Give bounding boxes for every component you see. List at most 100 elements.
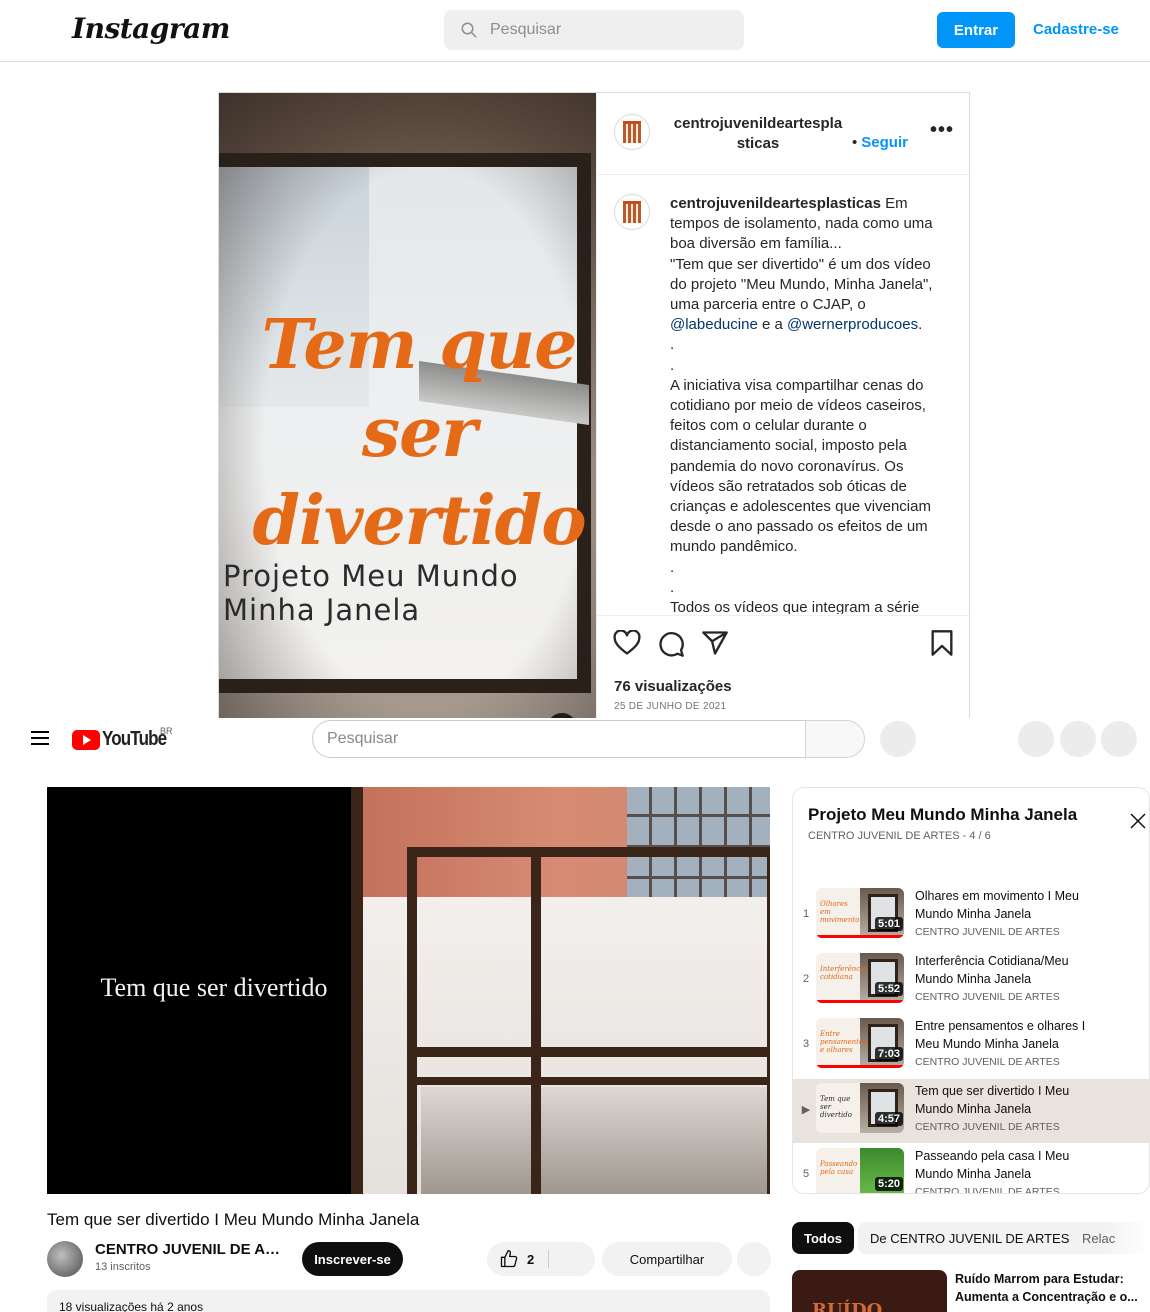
follow-separator: • — [852, 134, 858, 151]
description-box[interactable]: 18 visualizações há 2 anos — [47, 1290, 770, 1312]
post-header: centrojuvenildeartesplasticas • Seguir ••… — [597, 93, 969, 175]
post-image-subtitle: Projeto Meu Mundo Minha Janela — [223, 559, 519, 627]
video-duration: 5:52 — [875, 982, 904, 996]
like-button[interactable]: 2 — [487, 1242, 595, 1276]
playlist-item-title: Tem que ser divertido I Meu Mundo Minha … — [915, 1084, 1070, 1116]
recommended-thumbnail-text: RUÍDO MARROM — [812, 1300, 883, 1312]
youtube-wordmark: YouTube — [102, 728, 167, 750]
playlist-item-channel: CENTRO JUVENIL DE ARTES — [915, 991, 1060, 1003]
subscribe-button[interactable]: Inscrever-se — [302, 1242, 403, 1276]
chip-related[interactable]: Relac — [1070, 1222, 1150, 1254]
playlist-item[interactable]: 3 Entre pensamentos e olhares 7:03 Entre… — [793, 1014, 1149, 1078]
login-button[interactable]: Entrar — [937, 12, 1015, 48]
like-divider — [548, 1250, 549, 1268]
video-duration: 4:57 — [875, 1112, 904, 1126]
like-count: 2 — [527, 1251, 535, 1267]
post-media[interactable]: Tem que ser divertido Projeto Meu Mundo … — [219, 93, 596, 721]
subscriber-count: 13 inscritos — [95, 1261, 151, 1273]
menu-icon[interactable] — [31, 731, 49, 745]
caption-text-2: e a — [757, 316, 787, 334]
post-sidebar: centrojuvenildeartesplasticas • Seguir ••… — [596, 93, 969, 721]
share-icon[interactable] — [701, 629, 729, 657]
youtube-play-icon — [72, 729, 100, 750]
recommended-title[interactable]: Ruído Marrom para Estudar: Aumenta a Con… — [955, 1270, 1145, 1306]
close-icon[interactable] — [1129, 812, 1147, 830]
playlist-item-index: 1 — [802, 908, 810, 920]
playlist-item[interactable]: 1 Olhares em movimento 5:01 Olhares em m… — [793, 884, 1149, 948]
thumbnail-text: Entre pensamentos e olhares — [820, 1030, 867, 1054]
recommended-thumbnail[interactable]: RUÍDO MARROM — [792, 1270, 947, 1312]
playlist-item-channel: CENTRO JUVENIL DE ARTES — [915, 1056, 1060, 1068]
search-button[interactable] — [805, 720, 865, 758]
thumbnail-text: Passeando pela casa — [820, 1160, 858, 1176]
thumbnail-text: Interferência cotidiana — [820, 965, 867, 981]
playlist-item-channel: CENTRO JUVENIL DE ARTES — [915, 1121, 1060, 1133]
post-username[interactable]: centrojuvenildeartesplasticas — [670, 114, 846, 154]
post-caption-scroll[interactable]: centrojuvenildeartesplasticas Em tempos … — [597, 176, 969, 614]
signup-link[interactable]: Cadastre-se — [1033, 21, 1119, 38]
instagram-search-box[interactable] — [444, 10, 744, 50]
notifications-icon[interactable] — [1060, 721, 1096, 757]
search-icon — [461, 22, 477, 38]
thumbs-up-icon — [500, 1250, 518, 1268]
watched-progress — [816, 1065, 904, 1068]
playlist-item[interactable]: 5 Passeando pela casa 5:20 Passeando pel… — [793, 1144, 1149, 1194]
more-options-icon[interactable]: ••• — [930, 119, 954, 142]
follow-button[interactable]: • Seguir — [852, 134, 908, 151]
chip-from-channel[interactable]: De CENTRO JUVENIL DE ARTES — [858, 1222, 1082, 1254]
caption-username[interactable]: centrojuvenildeartesplasticas — [670, 195, 881, 212]
caption-text-3: . . . A iniciativa visa compartilhar cen… — [670, 316, 931, 614]
playlist-item[interactable]: 2 Interferência cotidiana 5:52 Interferê… — [793, 949, 1149, 1013]
instagram-post: Tem que ser divertido Projeto Meu Mundo … — [218, 92, 970, 722]
playlist-item-index: 5 — [802, 1168, 810, 1180]
watched-progress — [816, 1000, 904, 1003]
channel-avatar[interactable] — [47, 1241, 83, 1277]
post-caption: centrojuvenildeartesplasticas Em tempos … — [670, 194, 940, 614]
instagram-logo[interactable]: Instagram — [72, 12, 230, 45]
avatar[interactable] — [614, 114, 650, 150]
instagram-search-input[interactable] — [490, 21, 720, 39]
scene-window-frame — [407, 847, 770, 1194]
follow-label: Seguir — [861, 134, 908, 151]
video-duration: 7:03 — [875, 1047, 904, 1061]
post-image-title: Tem que ser divertido — [252, 305, 586, 561]
share-button[interactable]: Compartilhar — [602, 1242, 732, 1276]
playlist-item-title: Passeando pela casa I Meu Mundo Minha Ja… — [915, 1149, 1070, 1181]
create-icon[interactable] — [1018, 721, 1054, 757]
youtube-logo[interactable]: YouTube BR — [72, 726, 178, 751]
avatar-logo-icon — [623, 121, 641, 143]
playlist-subtitle: CENTRO JUVENIL DE ARTES - 4 / 6 — [808, 830, 991, 842]
thumbnail-text: Tem que ser divertido — [820, 1095, 852, 1119]
playlist-title[interactable]: Projeto Meu Mundo Minha Janela — [808, 805, 1077, 825]
caption-avatar[interactable] — [614, 194, 650, 230]
more-actions-icon[interactable] — [737, 1242, 771, 1276]
playlist-item-channel: CENTRO JUVENIL DE ARTES — [915, 926, 1060, 938]
playlist-item-title: Entre pensamentos e olhares I Meu Mundo … — [915, 1019, 1086, 1051]
scene-left-frame — [351, 787, 363, 1194]
video-title: Tem que ser divertido I Meu Mundo Minha … — [47, 1210, 420, 1229]
post-date: 25 DE JUNHO DE 2021 — [614, 701, 727, 712]
scene-window-transom — [407, 1047, 770, 1057]
avatar[interactable] — [1101, 721, 1137, 757]
video-duration: 5:01 — [875, 917, 904, 931]
playlist-panel: Projeto Meu Mundo Minha Janela CENTRO JU… — [792, 787, 1150, 1194]
mention-link[interactable]: @labeducine — [670, 316, 758, 333]
playlist-item-channel: CENTRO JUVENIL DE ARTES — [915, 1186, 1060, 1194]
chip-all[interactable]: Todos — [792, 1222, 855, 1254]
post-actions: 76 visualizações 25 DE JUNHO DE 2021 — [597, 615, 969, 721]
comment-icon[interactable] — [657, 630, 685, 658]
bookmark-icon[interactable] — [930, 629, 954, 657]
playlist-item-title: Olhares em movimento I Meu Mundo Minha J… — [915, 889, 1079, 921]
heart-icon[interactable] — [613, 630, 641, 656]
youtube-search-box[interactable] — [312, 720, 806, 758]
voice-search-icon[interactable] — [880, 721, 916, 757]
avatar-logo-icon — [623, 201, 641, 223]
playlist-item-current[interactable]: ▶ Tem que ser divertido 4:57 Tem que ser… — [793, 1079, 1149, 1143]
instagram-header: Instagram Entrar Cadastre-se — [0, 0, 1150, 62]
video-player[interactable]: Tem que ser divertido — [47, 787, 770, 1194]
youtube-search-input[interactable] — [327, 730, 767, 748]
mention-link[interactable]: @wernerproducoes — [787, 316, 918, 333]
channel-name[interactable]: CENTRO JUVENIL DE ARTES — [95, 1241, 285, 1258]
views-count[interactable]: 76 visualizações — [614, 678, 732, 695]
playlist-item-index: 3 — [802, 1038, 810, 1050]
